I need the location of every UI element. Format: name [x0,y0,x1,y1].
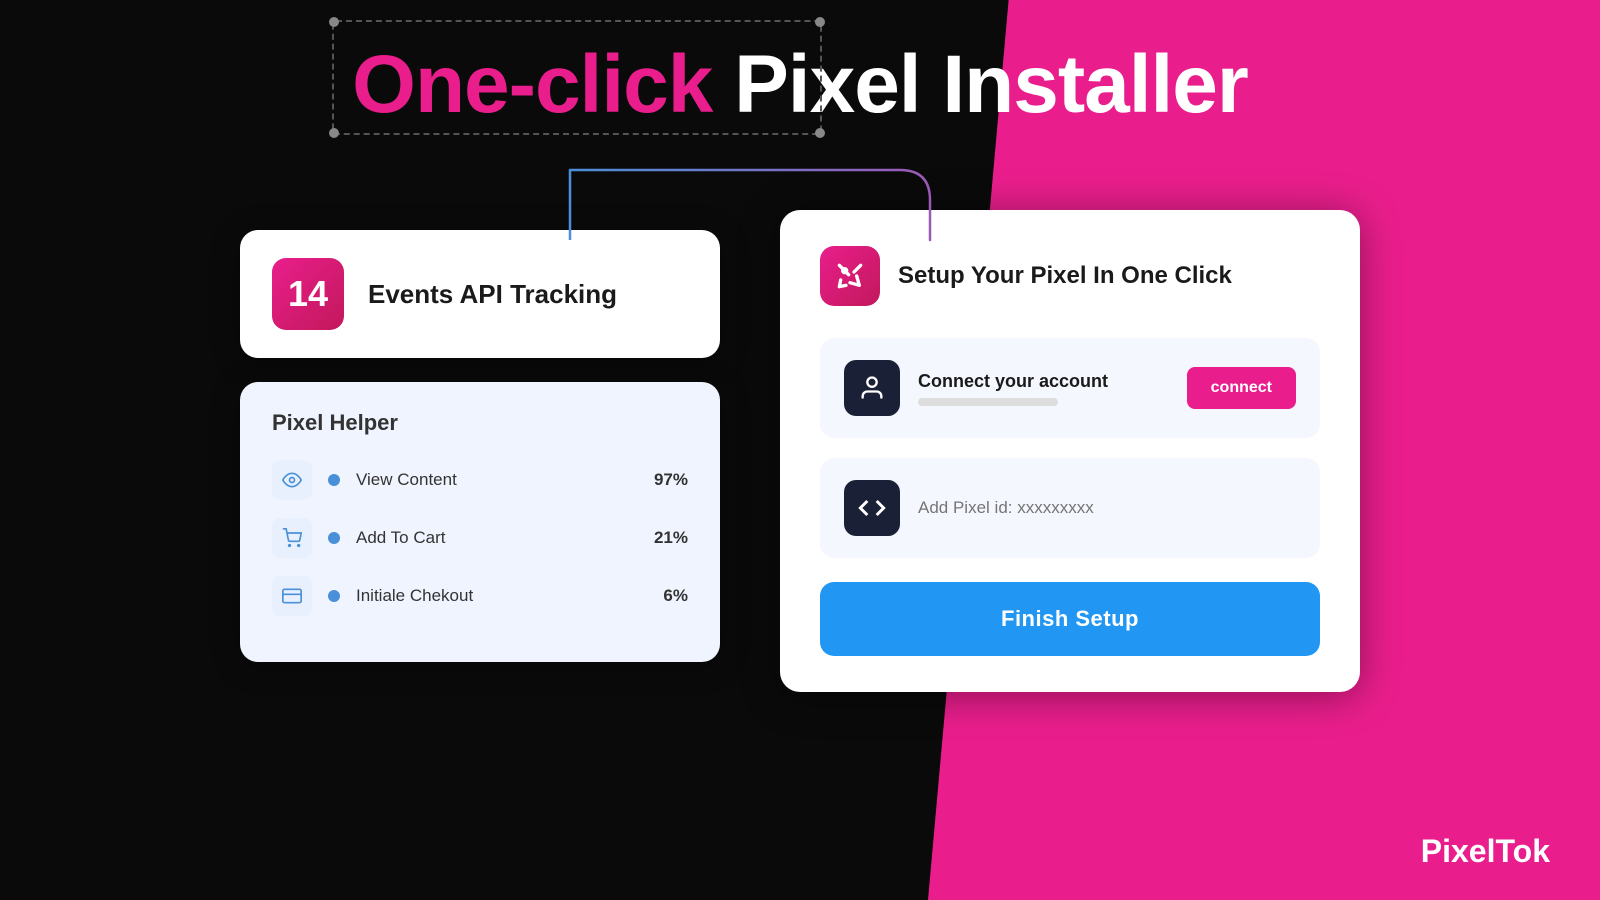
setup-header: Setup Your Pixel In One Click [820,246,1320,306]
add-to-cart-percent: 21% [654,528,688,548]
events-badge: 14 [272,258,344,330]
connect-label: Connect your account [918,371,1169,392]
pixel-id-input[interactable] [918,498,1296,518]
account-icon-box [844,360,900,416]
cards-area: 14 Events API Tracking Pixel Helper [0,220,1600,692]
connect-subtext [918,398,1058,406]
connect-row: Connect your account connect [820,338,1320,438]
connect-button[interactable]: connect [1187,367,1296,409]
connect-content: Connect your account [918,371,1169,406]
cart-icon [272,518,312,558]
header: One-click Pixel Installer [0,0,1600,132]
helper-row-view-content: View Content 97% [272,460,688,500]
helper-title: Pixel Helper [272,410,688,436]
card-icon [272,576,312,616]
pixel-helper-card: Pixel Helper View Content 97% [240,382,720,662]
setup-icon-box [820,246,880,306]
pixeltok-logo: PixelTok [1421,833,1550,870]
helper-row-add-to-cart: Add To Cart 21% [272,518,688,558]
dot-bl [329,128,339,138]
code-icon-box [844,480,900,536]
events-card-wrapper: 14 Events API Tracking [240,230,720,358]
finish-setup-button[interactable]: Finish Setup [820,582,1320,656]
view-content-label: View Content [356,470,638,490]
dot-checkout [328,590,340,602]
eye-icon [272,460,312,500]
dot-br [815,128,825,138]
pixel-id-row [820,458,1320,558]
setup-title: Setup Your Pixel In One Click [898,262,1232,290]
events-api-card: 14 Events API Tracking [240,230,720,358]
helper-row-checkout: Initiale Chekout 6% [272,576,688,616]
add-to-cart-label: Add To Cart [356,528,638,548]
events-label: Events API Tracking [368,279,617,310]
view-content-percent: 97% [654,470,688,490]
logo-tok: Tok [1495,833,1550,869]
checkout-label: Initiale Chekout [356,586,647,606]
setup-card: Setup Your Pixel In One Click Connect yo… [780,210,1360,692]
dot-add-to-cart [328,532,340,544]
main-title: One-click Pixel Installer [352,38,1248,132]
checkout-percent: 6% [663,586,688,606]
dot-view-content [328,474,340,486]
dashed-box [332,20,822,135]
logo-pixel: Pixel [1421,833,1496,869]
helper-card-wrapper: Pixel Helper View Content 97% [240,382,720,662]
left-column: 14 Events API Tracking Pixel Helper [240,230,720,692]
